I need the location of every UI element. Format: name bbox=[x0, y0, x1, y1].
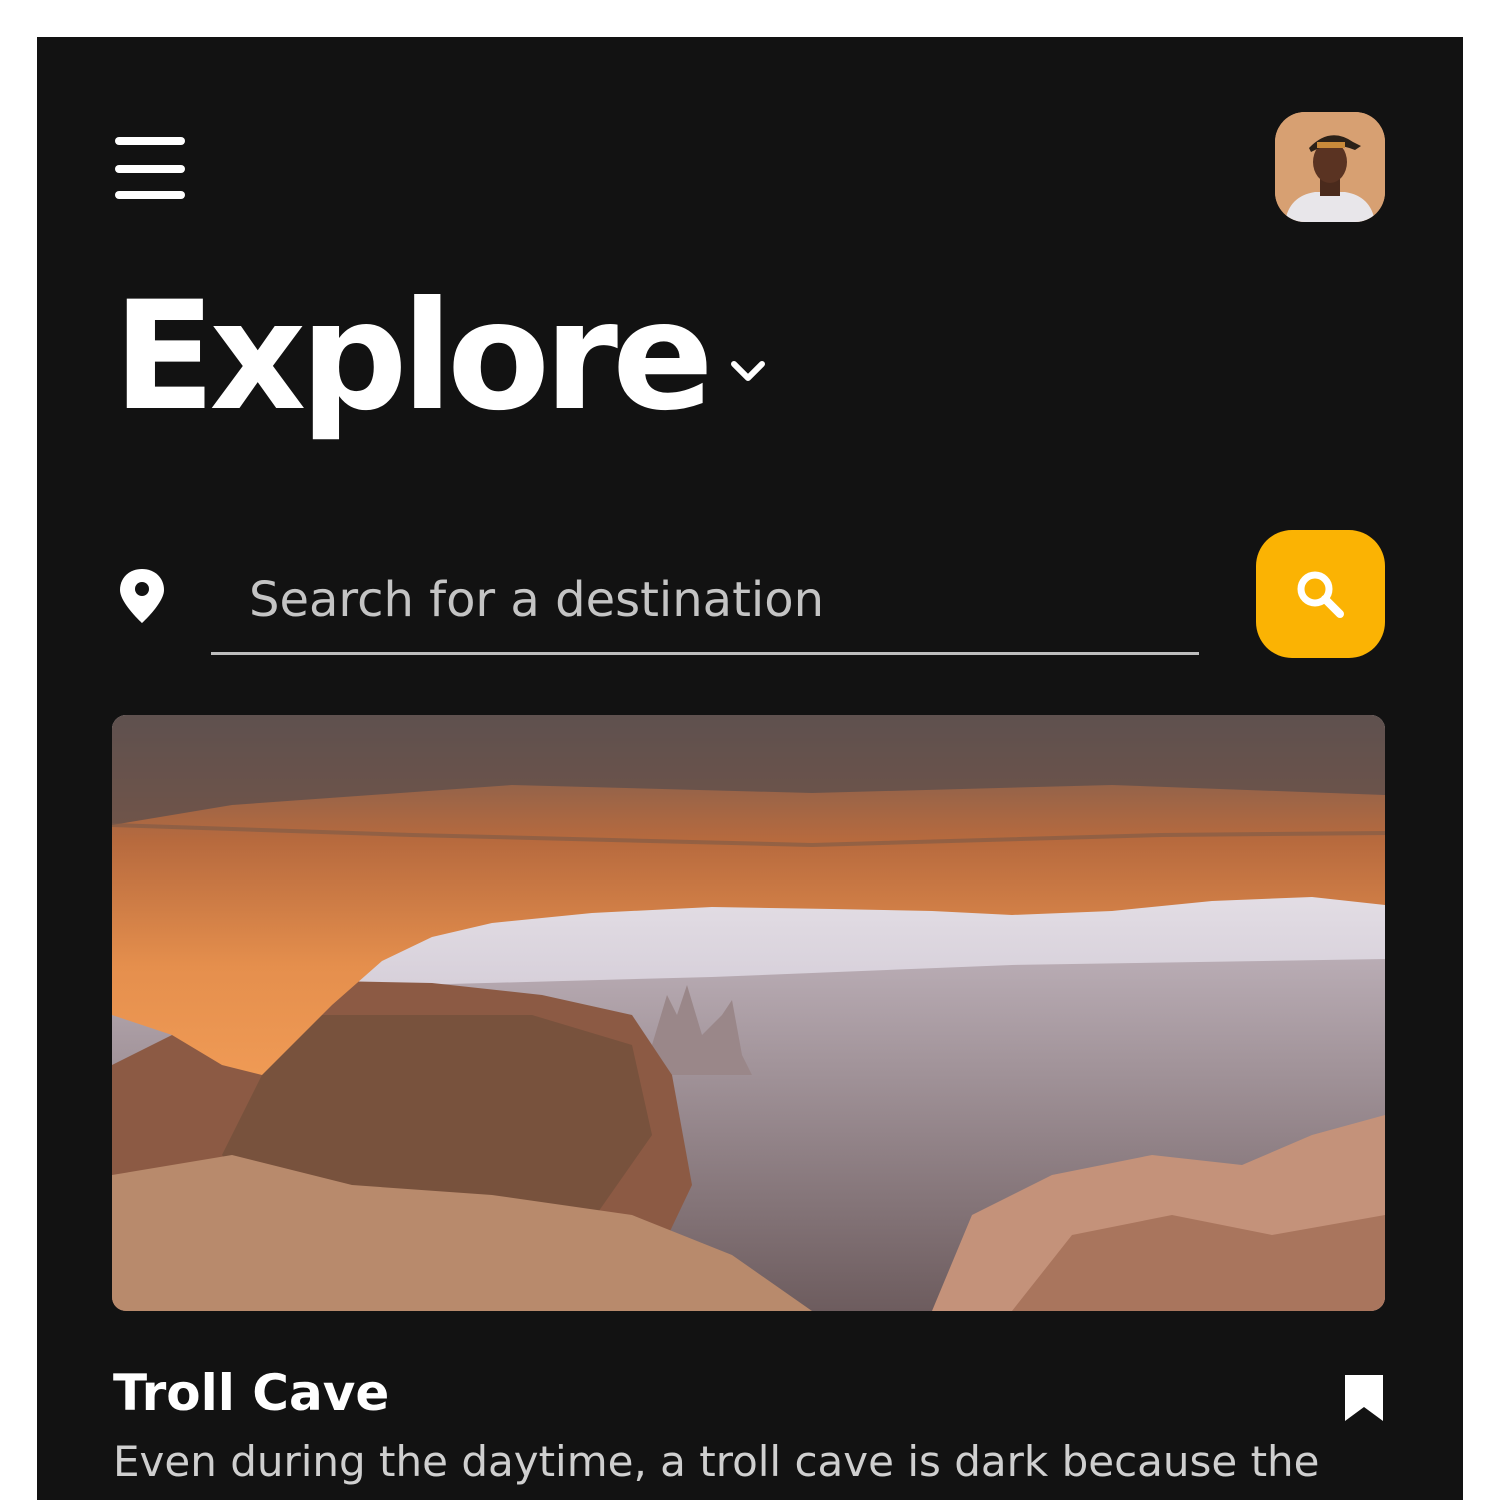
search-button[interactable] bbox=[1256, 530, 1385, 658]
destination-image[interactable] bbox=[112, 715, 1385, 1311]
hamburger-menu-icon[interactable] bbox=[115, 137, 187, 201]
canyon-arch-photo bbox=[112, 715, 1385, 1311]
card-title: Troll Cave bbox=[113, 1364, 390, 1422]
page-title: Explore bbox=[113, 270, 714, 444]
avatar-portrait bbox=[1275, 112, 1385, 222]
search-icon bbox=[1297, 571, 1344, 618]
app-screen: Explore Search for a destination Troll C… bbox=[37, 37, 1463, 1500]
avatar[interactable] bbox=[1275, 112, 1385, 222]
map-pin-icon bbox=[120, 569, 164, 623]
search-input[interactable] bbox=[211, 547, 1199, 655]
chevron-down-icon bbox=[730, 361, 765, 381]
card-description: Even during the daytime, a troll cave is… bbox=[113, 1437, 1320, 1486]
bookmark-icon[interactable] bbox=[1343, 1373, 1385, 1423]
location-title-dropdown[interactable]: Explore bbox=[113, 270, 768, 444]
